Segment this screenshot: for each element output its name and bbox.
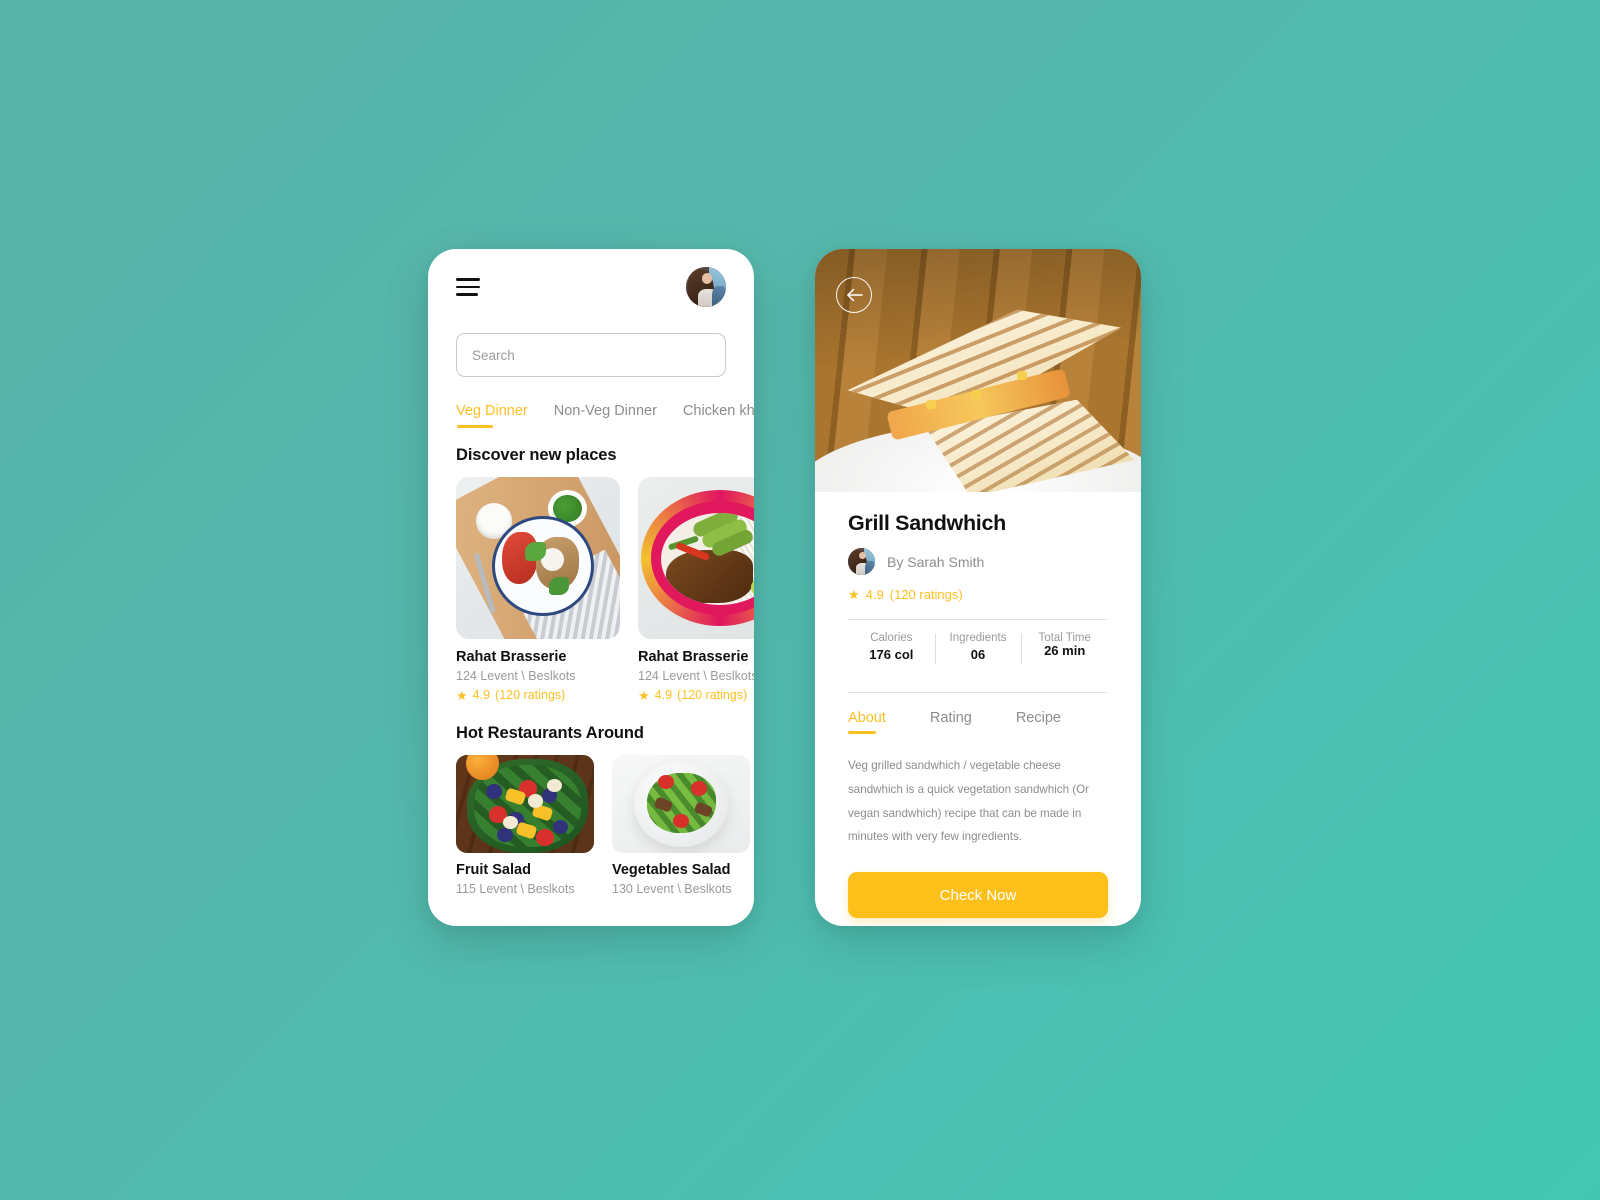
place-name: Rahat Brasserie bbox=[638, 649, 749, 665]
hot-restaurants-card-row[interactable]: Fruit Salad 115 Levent \ Beslkots Vegeta… bbox=[428, 755, 754, 896]
recipe-stats: Calories 176 col Ingredients 06 Total Ti… bbox=[848, 620, 1108, 675]
stat-ingredients: Ingredients 06 bbox=[934, 632, 1022, 664]
vegetable-salad-photo bbox=[612, 755, 750, 853]
top-bar bbox=[428, 249, 754, 325]
hamburger-menu-icon[interactable] bbox=[456, 278, 480, 296]
fruit-salad-photo bbox=[456, 755, 594, 853]
author-name: By Sarah Smith bbox=[887, 553, 985, 570]
grain-bowl-photo bbox=[456, 477, 620, 639]
restaurant-thumbnail bbox=[612, 755, 750, 853]
restaurant-thumbnail bbox=[456, 755, 594, 853]
stat-value: 26 min bbox=[1044, 643, 1086, 658]
place-thumbnail bbox=[638, 477, 754, 639]
ratings-count: (120 ratings) bbox=[677, 688, 748, 702]
category-tabs: Veg Dinner Non-Veg Dinner Chicken khe bbox=[428, 403, 754, 428]
ratings-count: (120 ratings) bbox=[889, 587, 963, 602]
stat-value: 06 bbox=[970, 647, 986, 662]
rating-value: 4.9 bbox=[865, 587, 884, 602]
restaurant-name: Vegetables Salad bbox=[612, 862, 731, 878]
restaurant-address: 115 Levent \ Beslkots bbox=[456, 882, 575, 896]
place-rating: ★ 4.9 (120 ratings) bbox=[638, 688, 754, 702]
stat-calories: Calories 176 col bbox=[848, 632, 935, 662]
recipe-detail-phone: Grill Sandwhich By Sarah Smith ★ 4.9 (12… bbox=[815, 249, 1141, 926]
recipe-rating: ★ 4.9 (120 ratings) bbox=[848, 587, 1108, 602]
ratings-count: (120 ratings) bbox=[495, 688, 566, 702]
detail-tabs: About Rating Recipe bbox=[848, 710, 1108, 734]
restaurant-card[interactable]: Vegetables Salad 130 Levent \ Beslkots bbox=[612, 755, 750, 896]
avatar-jacket bbox=[711, 286, 726, 307]
place-name: Rahat Brasserie bbox=[456, 649, 567, 665]
asian-plate-photo bbox=[638, 477, 754, 639]
search-input[interactable] bbox=[472, 347, 710, 363]
check-now-button[interactable]: Check Now bbox=[848, 872, 1108, 919]
star-icon: ★ bbox=[456, 687, 468, 702]
place-card[interactable]: Rahat Brasserie 124 Levent \ Beslkots ★ … bbox=[456, 477, 620, 702]
hero-image bbox=[815, 249, 1141, 492]
place-thumbnail bbox=[456, 477, 620, 639]
rating-value: 4.9 bbox=[654, 688, 673, 702]
tab-about[interactable]: About bbox=[848, 710, 886, 734]
place-address: 124 Levent \ Beslkots bbox=[456, 669, 576, 683]
tab-veg-dinner[interactable]: Veg Dinner bbox=[456, 403, 528, 428]
author-avatar[interactable] bbox=[848, 548, 875, 575]
stat-label: Calories bbox=[870, 632, 913, 644]
tab-recipe[interactable]: Recipe bbox=[1016, 710, 1061, 734]
recipe-body: Grill Sandwhich By Sarah Smith ★ 4.9 (12… bbox=[815, 511, 1141, 919]
arrow-left-icon bbox=[846, 288, 863, 302]
recipe-title: Grill Sandwhich bbox=[848, 511, 1006, 535]
back-button[interactable] bbox=[836, 277, 872, 313]
rating-value: 4.9 bbox=[472, 688, 491, 702]
stat-label: Ingredients bbox=[949, 632, 1007, 644]
recipe-description: Veg grilled sandwhich / vegetable cheese… bbox=[848, 759, 1090, 844]
restaurant-address: 130 Levent \ Beslkots bbox=[612, 882, 732, 896]
place-card[interactable]: Rahat Brasserie 124 Levent \ Beslkots ★ … bbox=[638, 477, 754, 702]
corn-kernel bbox=[925, 399, 936, 409]
place-rating: ★ 4.9 (120 ratings) bbox=[456, 688, 620, 702]
discover-section-title: Discover new places bbox=[456, 446, 617, 464]
restaurant-card[interactable]: Fruit Salad 115 Levent \ Beslkots bbox=[456, 755, 594, 896]
user-avatar[interactable] bbox=[686, 267, 726, 307]
corn-kernel bbox=[971, 389, 982, 399]
star-icon: ★ bbox=[638, 687, 650, 702]
tab-chicken-khe[interactable]: Chicken khe bbox=[683, 403, 754, 428]
stat-value: 176 col bbox=[869, 647, 914, 662]
stat-total-time: Total Time 26 min bbox=[1021, 632, 1108, 664]
author-row: By Sarah Smith bbox=[848, 548, 1108, 575]
avatar-jacket bbox=[865, 560, 875, 575]
corn-kernel bbox=[1017, 370, 1028, 380]
tab-rating[interactable]: Rating bbox=[930, 710, 972, 734]
place-address: 124 Levent \ Beslkots bbox=[638, 669, 754, 683]
search-field[interactable] bbox=[456, 333, 726, 377]
divider-bottom bbox=[848, 692, 1108, 693]
home-screen-phone: Veg Dinner Non-Veg Dinner Chicken khe Di… bbox=[428, 249, 754, 926]
restaurant-name: Fruit Salad bbox=[456, 862, 531, 878]
star-icon: ★ bbox=[848, 587, 860, 602]
tab-non-veg-dinner[interactable]: Non-Veg Dinner bbox=[554, 403, 657, 428]
discover-card-row[interactable]: Rahat Brasserie 124 Levent \ Beslkots ★ … bbox=[428, 477, 754, 702]
hot-restaurants-section-title: Hot Restaurants Around bbox=[456, 724, 644, 742]
